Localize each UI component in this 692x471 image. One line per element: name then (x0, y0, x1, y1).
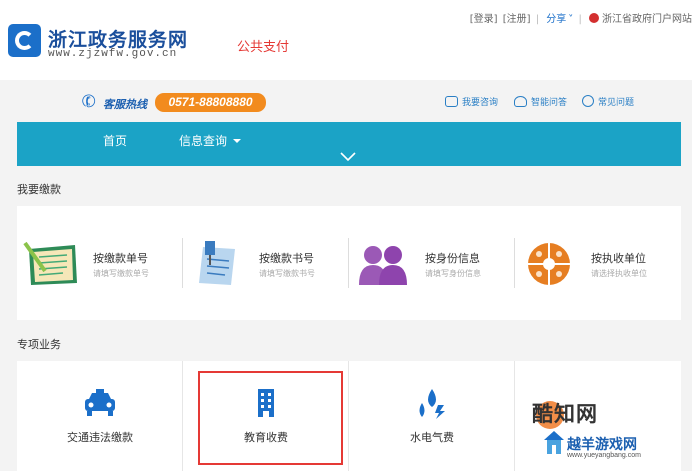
chevron-down-icon: ˅ (568, 14, 574, 25)
top-header: 浙江政务服务网 www.zjzwfw.gov.cn 公共支付 [登录] [注册]… (0, 0, 692, 80)
pay-method-title: 按执收单位 (591, 252, 646, 265)
section-title-services: 专项业务 (17, 338, 61, 351)
service-label: 水电气费 (410, 431, 454, 444)
robot-icon (514, 96, 527, 107)
utilities-icon (419, 389, 445, 419)
consult-label: 我要咨询 (462, 98, 499, 108)
unit-pie-icon (528, 243, 570, 285)
service-label: 交通违法缴款 (67, 431, 133, 444)
chat-icon (445, 96, 458, 107)
faq-label: 常见问题 (598, 98, 635, 108)
pay-method-identity[interactable]: 按身份信息 请填写身份信息 (349, 206, 515, 320)
service-traffic[interactable]: 交通违法缴款 (17, 361, 183, 471)
watermark-url: www.yueyangbang.com (567, 452, 641, 459)
page-title: 公共支付 (237, 40, 290, 55)
pay-method-hint: 请填写缴款单号 (93, 269, 149, 278)
smart-qa-label: 智能问答 (531, 98, 568, 108)
house-logo-icon (544, 431, 564, 454)
question-icon (582, 95, 594, 107)
hotline-number: 0571-88808880 (155, 93, 266, 112)
nav-query-label: 信息查询 (179, 134, 228, 148)
watermark-site: 越羊游戏网 (567, 437, 637, 453)
car-icon (85, 389, 115, 416)
pay-method-title: 按身份信息 (425, 252, 480, 265)
faq-link[interactable]: 常见问题 (582, 95, 634, 108)
smart-qa-link[interactable]: 智能问答 (514, 95, 567, 108)
separator: | (578, 14, 582, 25)
document-pin-icon (199, 241, 235, 285)
hotline-label: 客服热线 (103, 98, 147, 111)
pay-method-hint: 请填写缴款书号 (259, 269, 315, 278)
pay-method-title: 按缴款单号 (93, 252, 148, 265)
pay-method-hint: 请填写身份信息 (425, 269, 481, 278)
separator: | (535, 14, 540, 25)
site-logo-icon[interactable] (8, 24, 41, 57)
section-title-pay: 我要缴款 (17, 183, 61, 196)
pay-method-title: 按缴款书号 (259, 252, 314, 265)
share-link[interactable]: 分享 ˅ (544, 14, 573, 25)
top-links: [登录] [注册] | 分享 ˅ | 浙江省政府门户网站 (468, 10, 692, 25)
portal-link[interactable]: 浙江省政府门户网站 (587, 13, 692, 25)
caret-down-icon (233, 139, 242, 143)
register-link[interactable]: [注册] (503, 14, 531, 25)
nav-query[interactable]: 信息查询 (179, 132, 242, 149)
chevron-down-icon[interactable] (340, 152, 356, 162)
pay-method-hint: 请选择执收单位 (591, 269, 647, 278)
pay-method-unit[interactable]: 按执收单位 请选择执收单位 (515, 206, 681, 320)
highlight-box (198, 371, 343, 465)
people-icon (359, 246, 407, 285)
pay-method-notice-number[interactable]: 按缴款书号 请填写缴款书号 (183, 206, 349, 320)
consult-link[interactable]: 我要咨询 (445, 95, 498, 108)
pay-methods-panel: 按缴款单号 请填写缴款单号 按缴款书号 请填写缴款书号 按身份信息 请填写身份信… (17, 206, 681, 320)
form-sheet-icon (23, 241, 77, 285)
emblem-icon (589, 13, 599, 23)
watermark-cool: 酷知网 (532, 402, 598, 426)
portal-label: 浙江省政府门户网站 (602, 14, 692, 25)
pay-method-bill-number[interactable]: 按缴款单号 请填写缴款单号 (17, 206, 183, 320)
nav-home[interactable]: 首页 (103, 132, 127, 149)
site-url: www.zjzwfw.gov.cn (48, 48, 178, 60)
login-link[interactable]: [登录] (470, 14, 498, 25)
main-nav: 首页 信息查询 (17, 122, 681, 166)
service-utilities[interactable]: 水电气费 (349, 361, 515, 471)
share-label: 分享 (546, 14, 567, 25)
